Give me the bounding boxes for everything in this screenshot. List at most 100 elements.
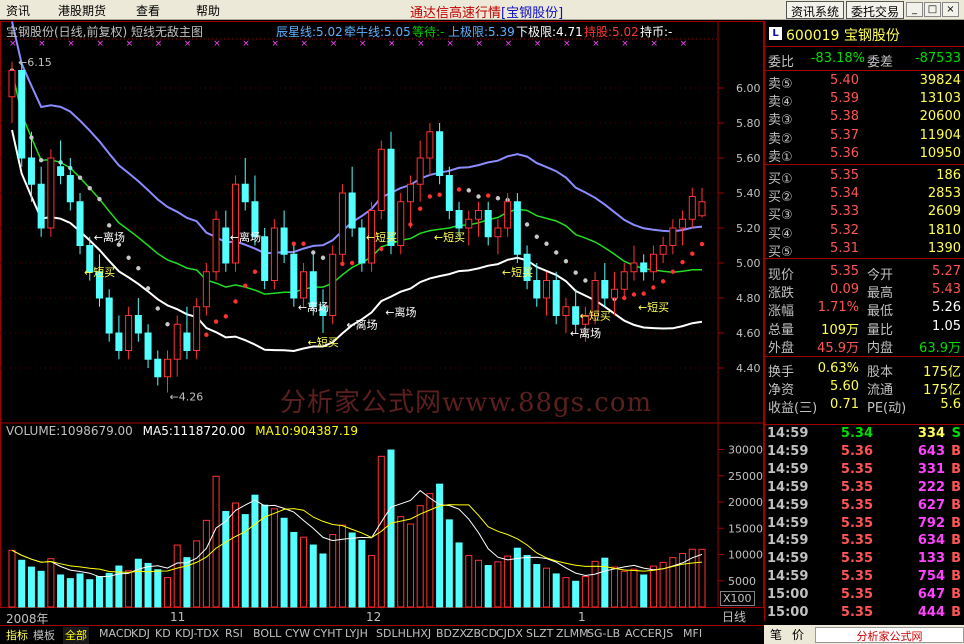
tab-trades[interactable]: 笔	[770, 626, 782, 643]
weibi-row[interactable]: 委比 -83.18% 委差 -87533	[765, 50, 964, 70]
tab-kdj[interactable]: KDJ	[129, 627, 152, 644]
bid-row[interactable]: 买② 5.34 2853	[765, 185, 964, 205]
candle-body	[300, 271, 308, 299]
menu-view[interactable]: 查看	[136, 2, 160, 19]
tick-volume: 222	[917, 479, 945, 495]
volume-bar	[86, 579, 94, 608]
menu-help[interactable]: 帮助	[196, 2, 220, 19]
ask-volume: 13103	[919, 91, 961, 107]
stat-row[interactable]: 涨幅 1.71% 最低 5.26	[765, 299, 964, 319]
tick-side: B	[951, 533, 961, 549]
volume-bar	[397, 516, 405, 608]
stat-value: 63.9万	[919, 340, 961, 356]
info-system-button[interactable]: 资讯系统	[786, 1, 845, 19]
signal-dot	[476, 194, 481, 199]
tick-price: 5.35	[840, 569, 873, 585]
volume-axis-label: 15000	[728, 522, 763, 535]
ask-row[interactable]: 卖③ 5.38 20600	[765, 108, 964, 128]
tab-cyht[interactable]: CYHT	[311, 627, 344, 644]
chart-area[interactable]: 6.00 5.80 5.60 5.40 5.20 5.00 4.80 4.60 4.40 3000…	[0, 21, 764, 608]
stat-row[interactable]: 外盘 45.9万 内盘 63.9万	[765, 336, 964, 356]
close-icon[interactable]: ×	[942, 2, 959, 17]
fundamental-row[interactable]: 换手 0.63% 股本 175亿	[765, 360, 964, 380]
tab-cyw[interactable]: CYW	[283, 627, 312, 644]
ask-price: 5.39	[830, 91, 859, 107]
tab-kd[interactable]: KD	[153, 627, 173, 644]
volume-bar	[37, 570, 45, 608]
tab-cjdx[interactable]: CJDX	[494, 627, 525, 644]
volume-bar	[173, 544, 181, 608]
fundamental-label: 换手	[768, 365, 795, 380]
ask-row[interactable]: 卖⑤ 5.40 39824	[765, 72, 964, 92]
menu-info[interactable]: 资讯	[6, 2, 30, 19]
stat-value: 5.35	[830, 264, 859, 279]
tab-slzt[interactable]: SLZT	[524, 627, 555, 644]
signal-dot	[320, 255, 326, 260]
volume-bar	[329, 534, 337, 608]
volume-bar	[202, 519, 210, 608]
weicha-value: -87533	[914, 51, 961, 66]
exit-annotation: ←离场	[385, 305, 416, 319]
volume-bar	[134, 558, 142, 608]
signal-dot	[670, 269, 676, 274]
stat-row[interactable]: 总量 109万 量比 1.05	[765, 318, 964, 338]
tab-sdlh[interactable]: SDLH	[374, 627, 408, 644]
candle-body	[406, 183, 414, 203]
top-marker: ×	[184, 39, 192, 49]
signal-dot	[524, 222, 530, 227]
tab-price[interactable]: 价	[792, 626, 804, 643]
ask-row[interactable]: 卖④ 5.39 13103	[765, 90, 964, 110]
bid-row[interactable]: 买⑤ 5.31 1390	[765, 240, 964, 260]
tab-lyjh[interactable]: LYJH	[343, 627, 370, 644]
fundamental-row[interactable]: 收益(三) 0.71 PE(动) 5.6	[765, 396, 964, 416]
maximize-icon[interactable]: □	[924, 2, 941, 17]
volume-bar	[241, 514, 249, 608]
tick-volume: 647	[917, 587, 945, 603]
top-marker: ×	[155, 39, 163, 49]
tick-panel: 14:59 5.34 334 S 14:59 5.36 643 B 14:59 5.35 331 B 1…	[764, 424, 964, 621]
tick-row: 14:59 5.35 222 B	[765, 480, 964, 498]
candle-body	[426, 131, 434, 159]
tick-volume: 133	[917, 551, 945, 567]
candle-body	[533, 280, 541, 299]
top-marker: ×	[592, 39, 600, 49]
tab-boll[interactable]: BOLL	[251, 627, 283, 644]
fundamental-row[interactable]: 净资 5.60 流通 175亿	[765, 378, 964, 398]
period-daily-button[interactable]: 日线	[722, 608, 746, 625]
stat-row[interactable]: 涨跌 0.09 最高 5.43	[765, 281, 964, 301]
bid-row[interactable]: 买③ 5.33 2609	[765, 203, 964, 223]
volume-bar	[222, 510, 230, 608]
kline-chart[interactable]: 6.00 5.80 5.60 5.40 5.20 5.00 4.80 4.60 4.40 3000…	[0, 21, 764, 608]
tab-mfi[interactable]: MFI	[681, 627, 704, 644]
chart-header-item: 持币:-	[640, 25, 673, 39]
candle-body	[679, 218, 687, 229]
tab-rsi[interactable]: RSI	[223, 627, 245, 644]
tab-lhxj[interactable]: LHXJ	[404, 627, 433, 644]
stat-row[interactable]: 现价 5.35 今开 5.27	[765, 263, 964, 283]
tick-row: 14:59 5.35 331 B	[765, 462, 964, 480]
volume-bar	[387, 449, 395, 608]
ask-row[interactable]: 卖② 5.37 11904	[765, 127, 964, 147]
tab-kdj-tdx[interactable]: KDJ-TDX	[173, 627, 221, 644]
tab-accer[interactable]: ACCER	[623, 627, 664, 644]
minimize-icon[interactable]: _	[906, 2, 923, 17]
top-marker: ×	[9, 39, 17, 49]
candle-body	[698, 201, 706, 217]
bid-label: 买⑤	[768, 244, 793, 260]
bid-row[interactable]: 买① 5.35 186	[765, 167, 964, 187]
candle-body	[474, 210, 482, 220]
tab-模板[interactable]: 模板	[31, 627, 57, 644]
tab-sg-lb[interactable]: SG-LB	[585, 627, 622, 644]
volume-bar	[251, 494, 259, 608]
tick-price: 5.35	[840, 479, 873, 495]
tab-js[interactable]: JS	[661, 627, 675, 644]
tab-全部[interactable]: 全部	[63, 627, 89, 644]
menu-hk-futures[interactable]: 港股期货	[58, 2, 106, 19]
bid-row[interactable]: 买④ 5.32 1810	[765, 222, 964, 242]
trade-button[interactable]: 委托交易	[846, 1, 905, 19]
volume-bar	[280, 517, 288, 608]
ask-row[interactable]: 卖① 5.36 10950	[765, 145, 964, 165]
candle-body	[163, 358, 172, 378]
volume-bar	[270, 508, 278, 608]
tab-指标[interactable]: 指标	[4, 627, 30, 644]
